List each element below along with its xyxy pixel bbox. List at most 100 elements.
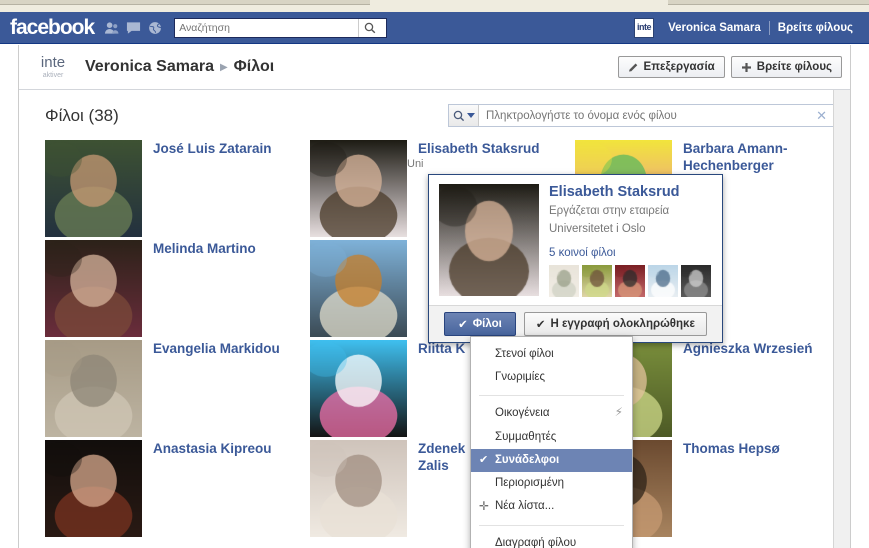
friend-name-link[interactable]: Elisabeth Staksrud <box>418 140 540 158</box>
avatar[interactable] <box>45 240 142 337</box>
check-icon: ✔ <box>479 453 489 466</box>
breadcrumb-bar: inte aktiver Veronica Samara ▶ Φίλοι Επε… <box>19 45 850 90</box>
profile-logo[interactable]: inte aktiver <box>31 52 75 82</box>
friends-header: Φίλοι (38) ✕ <box>19 90 850 137</box>
breadcrumb-owner[interactable]: Veronica Samara <box>85 58 214 76</box>
global-search-input[interactable] <box>175 18 359 37</box>
hovercard-work-line1: Εργάζεται στην εταιρεία <box>549 204 670 217</box>
hovercard-info: Elisabeth Staksrud Εργάζεται στην εταιρε… <box>549 184 712 297</box>
friend-name-link[interactable]: Anastasia Kipreou <box>153 440 272 458</box>
dropdown-item-label: Συνάδελφοι <box>495 453 560 466</box>
avatar[interactable] <box>45 440 142 537</box>
edit-button[interactable]: Επεξεργασία <box>617 56 725 78</box>
chevron-right-icon: ▶ <box>219 61 228 73</box>
friend-search-input[interactable] <box>479 106 809 125</box>
friends-status-button[interactable]: ✔ Φίλοι <box>444 311 516 336</box>
page-scrollbar[interactable] <box>833 90 850 548</box>
friends-status-label: Φίλοι <box>472 317 502 330</box>
hovercard-work-line2: Universitetet i Oslo <box>549 223 646 236</box>
plus-icon <box>741 62 751 72</box>
pencil-icon <box>628 63 637 71</box>
notifications-icon[interactable] <box>148 21 163 35</box>
page-title: Φίλοι (38) <box>45 105 119 125</box>
dropdown-item-family[interactable]: Οικογένεια ⚡ <box>471 402 632 425</box>
friend-requests-icon[interactable] <box>104 21 119 35</box>
top-find-friends-link[interactable]: Βρείτε φίλους <box>770 22 861 34</box>
search-icon <box>364 22 375 33</box>
plus-icon: ✛ <box>479 499 490 514</box>
subscribe-status-label: Η εγγραφή ολοκληρώθηκε <box>550 317 695 330</box>
global-search-box[interactable] <box>174 17 388 38</box>
friend-list-dropdown: Στενοί φίλοι Γνωριμίες Οικογένεια ⚡ Συμμ… <box>470 336 633 548</box>
facebook-top-bar: facebook Αναζήτηση inte Veronica Samara … <box>0 12 869 44</box>
avatar[interactable] <box>310 140 407 237</box>
top-nav-icons <box>104 21 163 35</box>
dropdown-item-classmates[interactable]: Συμμαθητές <box>471 426 632 449</box>
hovercard-name[interactable]: Elisabeth Staksrud <box>549 184 712 201</box>
facebook-logo[interactable]: facebook <box>10 17 95 38</box>
breadcrumb-actions: Επεξεργασία Βρείτε φίλους <box>617 56 842 78</box>
friend-cell[interactable]: Melinda Martino <box>45 237 310 337</box>
search-icon <box>453 110 464 121</box>
mutual-friend-avatar[interactable] <box>648 264 678 297</box>
mutual-friend-avatar[interactable] <box>681 264 711 297</box>
dropdown-item-label: Γνωριμίες <box>495 371 546 384</box>
breadcrumb: Veronica Samara ▶ Φίλοι <box>85 58 274 76</box>
mutual-friend-avatar[interactable] <box>615 264 645 297</box>
clear-search-icon[interactable]: ✕ <box>808 108 835 124</box>
account-avatar[interactable]: inte <box>634 17 655 38</box>
hovercard-avatar[interactable] <box>439 184 539 296</box>
mutual-friend-avatar[interactable] <box>582 264 612 297</box>
friend-name-link[interactable]: Melinda Martino <box>153 240 256 258</box>
avatar[interactable] <box>310 240 407 337</box>
browser-tab-left[interactable] <box>0 0 370 5</box>
browser-tab-right[interactable] <box>668 0 869 5</box>
friend-name-link[interactable]: Thomas Hepsø <box>683 440 780 458</box>
facebook-friends-page: facebook Αναζήτηση inte Veronica Samara … <box>0 0 869 548</box>
dropdown-item-label: Συμμαθητές <box>495 430 557 443</box>
friend-name-link[interactable]: Evangelia Markidou <box>153 340 280 358</box>
dropdown-divider <box>479 395 624 397</box>
dropdown-item-new-list[interactable]: ✛ Νέα λίστα... <box>471 495 632 518</box>
dropdown-item-colleagues[interactable]: ✔ Συνάδελφοι <box>471 448 632 473</box>
check-icon: ✔ <box>458 318 468 331</box>
dropdown-item-close-friends[interactable]: Στενοί φίλοι <box>471 343 632 366</box>
hovercard-body: Elisabeth Staksrud Εργάζεται στην εταιρε… <box>429 175 722 305</box>
avatar[interactable] <box>310 440 407 537</box>
hovercard-mutual-friends-link[interactable]: 5 κοινοί φίλοι <box>549 247 712 259</box>
avatar[interactable] <box>45 140 142 237</box>
breadcrumb-section: Φίλοι <box>233 58 275 75</box>
dropdown-item-unfriend[interactable]: Διαγραφή φίλου <box>471 532 632 548</box>
mutual-friend-avatar[interactable] <box>549 264 579 297</box>
friend-cell[interactable]: Evangelia Markidou <box>45 337 310 437</box>
dropdown-item-restricted[interactable]: Περιορισμένη <box>471 472 632 495</box>
avatar[interactable] <box>310 340 407 437</box>
bolt-icon: ⚡ <box>614 405 623 420</box>
profile-logo-line1: inte <box>40 54 66 71</box>
global-search-button[interactable] <box>358 18 381 37</box>
find-friends-button[interactable]: Βρείτε φίλους <box>730 56 842 78</box>
account-avatar-label: inte <box>637 22 652 32</box>
messages-icon[interactable] <box>126 21 141 35</box>
top-user-name-link[interactable]: Veronica Samara <box>660 22 769 34</box>
dropdown-item-label: Περιορισμένη <box>495 477 565 490</box>
hovercard-mutual-thumbs <box>549 264 712 297</box>
dropdown-item-label: Οικογένεια <box>495 407 550 420</box>
check-icon: ✔ <box>535 318 546 331</box>
avatar[interactable] <box>45 340 142 437</box>
subscribe-status-button[interactable]: ✔ Η εγγραφή ολοκληρώθηκε <box>523 311 707 336</box>
friend-cell[interactable]: José Luis Zatarain <box>45 137 310 237</box>
friend-name-link[interactable]: José Luis Zatarain <box>153 140 272 158</box>
friend-name-block: Elisabeth Staksrud Uni <box>407 140 540 170</box>
browser-chrome <box>0 0 869 12</box>
friend-name-sub: Uni <box>407 157 424 170</box>
dropdown-item-acquaintances[interactable]: Γνωριμίες <box>471 366 632 389</box>
dropdown-item-label: Διαγραφή φίλου <box>495 536 577 548</box>
friend-name-link[interactable]: Barbara Amann-Hechenberger <box>683 140 840 175</box>
friend-search-box[interactable]: ✕ <box>448 104 836 127</box>
find-friends-button-label: Βρείτε φίλους <box>756 61 832 73</box>
friend-search-filter-button[interactable] <box>449 105 479 126</box>
friend-cell[interactable]: Anastasia Kipreou <box>45 437 310 537</box>
top-bar-right: inte Veronica Samara Βρείτε φίλους <box>634 17 861 38</box>
profile-logo-line2: aktiver <box>42 72 64 79</box>
